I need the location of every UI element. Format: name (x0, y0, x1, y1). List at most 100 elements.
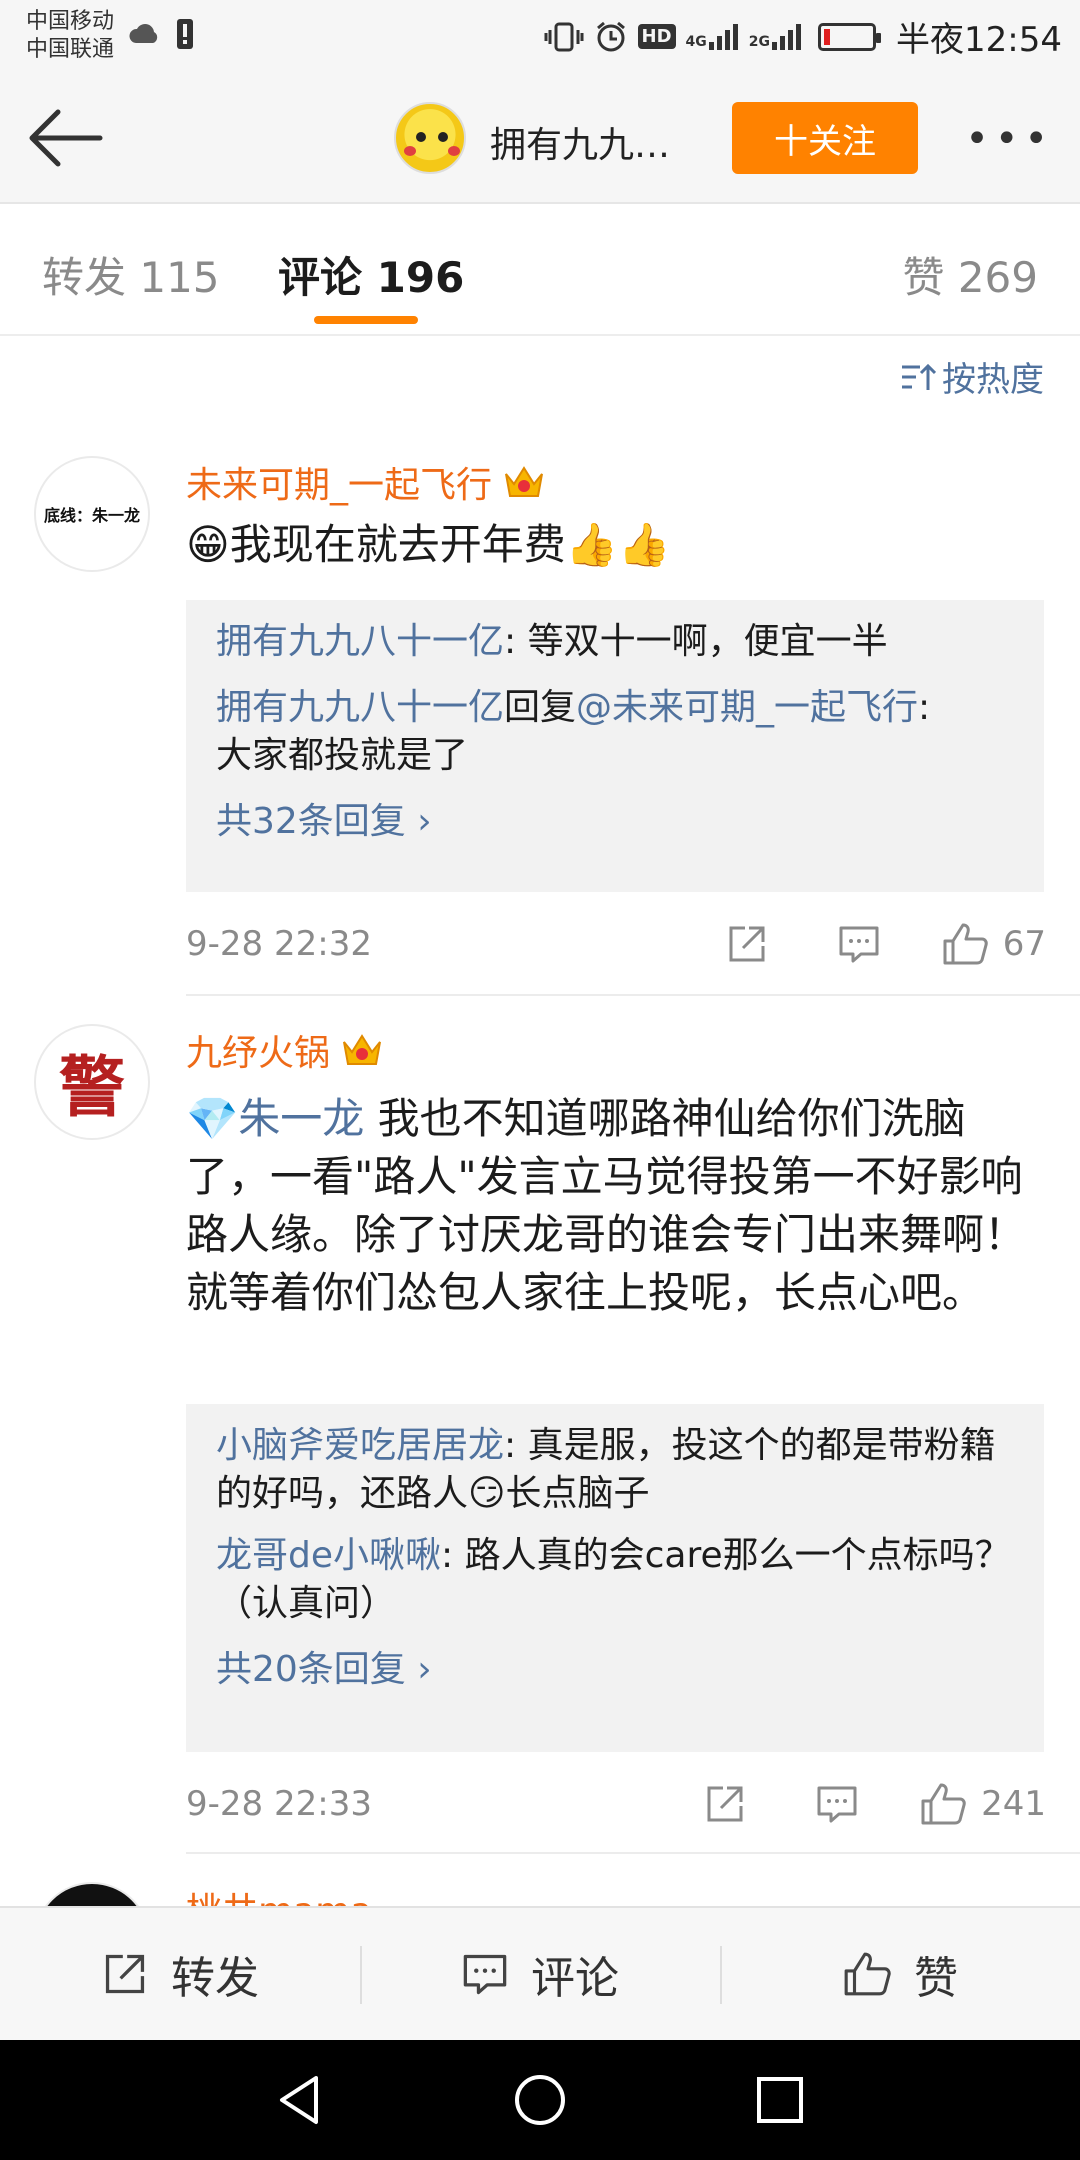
repost-comment-button[interactable] (695, 1774, 755, 1834)
commenter-avatar[interactable] (34, 1882, 150, 1906)
reply-preview-box[interactable]: 小脑斧爱吃居居龙: 真是服，投这个的都是带粉籍的好吗，还路人😏长点脑子 龙哥de… (186, 1404, 1044, 1752)
reply-line: 拥有九九八十一亿: 等双十一啊，便宜一半 (216, 618, 1014, 666)
follow-button[interactable]: 十关注 (732, 102, 918, 174)
reply-comment-button[interactable] (807, 1774, 867, 1834)
comment-time: 9-28 22:33 (186, 1784, 372, 1824)
thumb-up-icon (943, 923, 988, 965)
reply-mention[interactable]: @未来可期_一起飞行 (576, 687, 918, 728)
system-nav-bar (0, 2040, 1080, 2160)
avatar-text: 底线：朱一龙 (43, 506, 140, 525)
nav-home-icon[interactable] (510, 2070, 570, 2130)
like-button[interactable]: 赞 (720, 1908, 1080, 2040)
reply-sep: : (441, 1535, 465, 1576)
reply-line: 拥有九九八十一亿回复@未来可期_一起飞行: 大家都投就是了 (216, 684, 1014, 780)
nav-back-icon[interactable] (270, 2070, 330, 2130)
repost-button[interactable]: 转发 (0, 1908, 360, 2040)
like-count: 67 (1002, 924, 1046, 964)
topic-mention-link[interactable]: 💎朱一龙 (186, 1094, 364, 1143)
thumb-up-icon (921, 1783, 966, 1825)
comment-time: 9-28 22:32 (186, 924, 372, 964)
more-options-button[interactable]: ••• (965, 116, 1054, 162)
reply-user[interactable]: 拥有九九八十一亿 (216, 621, 504, 662)
commenter-name-text: 未来可期_一起飞行 (186, 465, 493, 506)
author-name[interactable]: 拥有九九… (490, 116, 670, 168)
reply-text: 大家都投就是了 (216, 735, 469, 776)
tab-like[interactable]: 赞 269 (902, 244, 1038, 305)
thumb-up-icon (844, 1952, 891, 1996)
sort-label: 按热度 (942, 360, 1044, 400)
active-tab-indicator (314, 316, 418, 324)
reply-comment-button[interactable] (829, 914, 889, 974)
back-button[interactable] (28, 106, 104, 170)
comment-item: 桃井mama (0, 1882, 1080, 1906)
comment-label: 评论 (531, 1953, 619, 2004)
vip-crown-icon (505, 466, 543, 497)
reply-word: 回复 (504, 687, 577, 728)
commenter-avatar[interactable]: 警 (34, 1024, 150, 1140)
more-replies-link[interactable]: 共20条回复 › (216, 1646, 1014, 1694)
reply-user[interactable]: 小脑斧爱吃居居龙 (216, 1425, 504, 1466)
carrier-2: 中国联通 (26, 37, 115, 62)
avatar-text: 警 (59, 1048, 125, 1126)
carrier-names: 中国移动 中国联通 (26, 8, 114, 64)
comment-text: 💎朱一龙 我也不知道哪路神仙给你们洗脑了，一看"路人"发言立马觉得投第一不好影响… (186, 1090, 1046, 1322)
reply-user[interactable]: 龙哥de小啾啾 (216, 1535, 441, 1576)
commenter-name-text: 九纾火锅 (186, 1033, 331, 1074)
reply-sep: : (918, 687, 931, 728)
status-bar: 中国移动 中国联通 HD 4G 2G 半夜12:54 (0, 0, 1080, 72)
reply-preview-box[interactable]: 拥有九九八十一亿: 等双十一啊，便宜一半 拥有九九八十一亿回复@未来可期_一起飞… (186, 600, 1044, 892)
author-avatar[interactable] (394, 102, 466, 174)
tab-repost[interactable]: 转发 115 (42, 244, 220, 305)
comment-icon (839, 926, 879, 963)
like-count: 241 (981, 1784, 1046, 1824)
hd-badge: HD (637, 24, 676, 49)
comment-button[interactable]: 评论 (360, 1908, 720, 2040)
commenter-name[interactable]: 未来可期_一起飞行 (186, 456, 546, 508)
reply-user[interactable]: 拥有九九八十一亿 (216, 687, 504, 728)
status-time: 半夜12:54 (896, 20, 1062, 60)
nav-recents-icon[interactable] (750, 2070, 810, 2130)
repost-comment-button[interactable] (717, 914, 777, 974)
share-icon (707, 1786, 743, 1822)
signal-2g-icon: 2G (749, 23, 802, 50)
commenter-name[interactable]: 九纾火锅 (186, 1024, 384, 1076)
commenter-name[interactable]: 桃井mama (186, 1882, 372, 1906)
reply-sep: : (504, 1425, 528, 1466)
vip-crown-icon (343, 1034, 381, 1065)
share-icon (105, 1954, 145, 1994)
reply-sep: : (504, 621, 528, 662)
tab-comment[interactable]: 评论 196 (278, 244, 464, 305)
like-comment-button[interactable]: 241 (919, 1774, 1046, 1834)
reply-line: 龙哥de小啾啾: 路人真的会care那么一个点标吗？（认真问） (216, 1532, 1014, 1628)
comment-divider (186, 1852, 1080, 1854)
comment-actions: 241 (695, 1774, 1046, 1834)
comment-divider (186, 994, 1080, 996)
comment-icon (817, 1786, 857, 1823)
commenter-name-text: 桃井mama (186, 1882, 372, 1906)
like-label: 赞 (914, 1953, 958, 2004)
battery-icon (818, 22, 882, 51)
nav-bar: 拥有九九… 十关注 ••• (0, 72, 1080, 204)
vibrate-icon (544, 22, 584, 51)
back-arrow-icon (29, 109, 103, 167)
cloud-icon (129, 24, 158, 43)
status-left-icons (128, 18, 194, 50)
comment-icon (463, 1954, 507, 1995)
signal-4g-icon: 4G (686, 23, 739, 50)
status-right: HD 4G 2G 半夜12:54 (544, 12, 1062, 61)
commenter-avatar[interactable]: 底线：朱一龙 (34, 456, 150, 572)
reply-text: 等双十一啊，便宜一半 (527, 621, 888, 662)
more-replies-link[interactable]: 共32条回复 › (216, 798, 1014, 846)
detail-tabs: 转发 115 评论 196 赞 269 (0, 206, 1080, 336)
share-icon (729, 926, 765, 962)
alert-icon (177, 19, 193, 49)
like-comment-button[interactable]: 67 (941, 914, 1046, 974)
reply-line: 小脑斧爱吃居居龙: 真是服，投这个的都是带粉籍的好吗，还路人😏长点脑子 (216, 1422, 1014, 1518)
comment-actions: 67 (717, 914, 1046, 974)
carrier-1: 中国移动 (26, 9, 115, 34)
sort-by-hot-button[interactable]: 按热度 (900, 352, 1044, 401)
repost-label: 转发 (171, 1953, 259, 2004)
comment-text: 😁我现在就去开年费👍👍 (186, 520, 671, 569)
sort-icon (902, 363, 936, 390)
alarm-icon (596, 21, 625, 51)
